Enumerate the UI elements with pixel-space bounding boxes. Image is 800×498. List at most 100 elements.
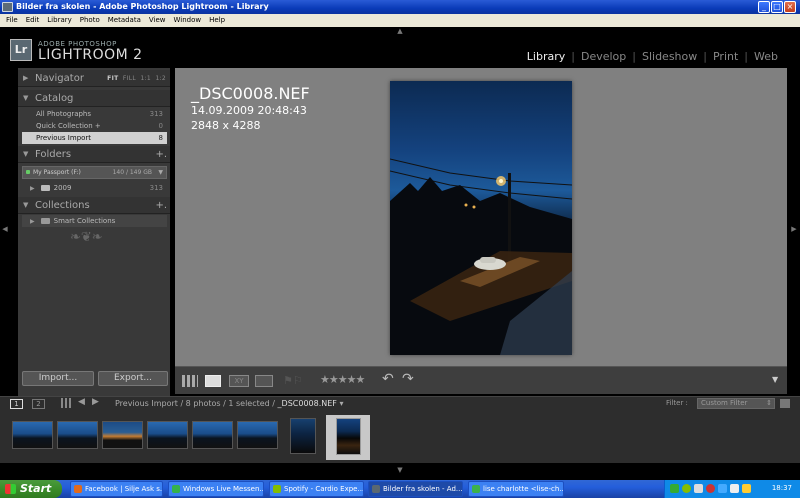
app-icon[interactable] xyxy=(2,2,13,12)
zoom-fit[interactable]: FIT xyxy=(107,75,118,82)
bottom-panel-toggle-icon[interactable]: ▼ xyxy=(395,467,405,474)
menu-window[interactable]: Window xyxy=(170,14,206,27)
tray-volume-icon[interactable] xyxy=(730,484,739,493)
chevron-down-icon[interactable]: ▾ xyxy=(339,399,343,408)
taskbar-item-messenger[interactable]: Windows Live Messen... xyxy=(168,481,264,497)
catalog-item-previous-import[interactable]: Previous Import 8 xyxy=(22,132,167,144)
taskbar-item-facebook[interactable]: Facebook | Silje Ask s... xyxy=(70,481,163,497)
tray-update-icon[interactable] xyxy=(742,484,751,493)
filter-select[interactable]: Custom Filter ⇕ xyxy=(697,398,775,409)
rotate-right-icon[interactable]: ↷ xyxy=(402,371,414,387)
zoom-fill[interactable]: FILL xyxy=(123,75,136,82)
catalog-header[interactable]: ▼ Catalog xyxy=(18,90,170,107)
volume-capacity: 140 / 149 GB xyxy=(112,169,152,176)
close-button[interactable]: × xyxy=(784,1,796,13)
module-develop[interactable]: Develop xyxy=(581,50,626,63)
lightroom-logo: Lr xyxy=(10,39,32,61)
left-panel-toggle-strip xyxy=(0,68,10,398)
menu-edit[interactable]: Edit xyxy=(22,14,44,27)
back-arrow-icon[interactable]: ◀ xyxy=(78,397,85,407)
filmstrip-thumbnail[interactable] xyxy=(147,421,188,449)
tray-messenger-icon[interactable] xyxy=(670,484,679,493)
catalog-item-all-photographs[interactable]: All Photographs 313 xyxy=(22,108,167,120)
tray-security-icon[interactable] xyxy=(706,484,715,493)
catalog-item-quick-collection[interactable]: Quick Collection + 0 xyxy=(22,120,167,132)
grid-view-icon[interactable] xyxy=(182,375,198,387)
star-rating-icons[interactable]: ★★★★★ xyxy=(320,373,365,386)
volume-dropdown-icon[interactable]: ▼ xyxy=(158,167,163,178)
collection-item-smart-collections[interactable]: ▶ Smart Collections xyxy=(22,215,167,227)
windows-logo-icon xyxy=(5,484,16,494)
flag-icons[interactable]: ⚑⚐ xyxy=(283,374,303,387)
filmstrip-thumbnail[interactable] xyxy=(102,421,143,449)
export-button[interactable]: Export... xyxy=(98,371,168,386)
left-panel-toggle-icon[interactable]: ◀ xyxy=(1,226,9,233)
module-library[interactable]: Library xyxy=(527,50,565,63)
lightroom-icon xyxy=(372,485,380,493)
filter-label: Filter : xyxy=(666,399,688,407)
maximize-button[interactable]: □ xyxy=(771,1,783,13)
filmstrip-thumbnail[interactable] xyxy=(12,421,53,449)
loupe-view-icon[interactable] xyxy=(205,375,221,387)
menu-help[interactable]: Help xyxy=(205,14,229,27)
toolbar-menu-icon[interactable]: ▼ xyxy=(772,375,778,384)
survey-view-icon[interactable] xyxy=(255,375,273,387)
folders-header[interactable]: ▼ Folders +. xyxy=(18,146,170,163)
expand-arrow-icon: ▶ xyxy=(30,218,35,225)
forward-arrow-icon[interactable]: ▶ xyxy=(92,397,99,407)
right-panel-toggle-icon[interactable]: ▶ xyxy=(790,226,798,233)
top-panel-toggle-icon[interactable]: ▲ xyxy=(395,28,405,35)
chevron-down-icon: ⇕ xyxy=(766,399,772,407)
import-button[interactable]: Import... xyxy=(22,371,94,386)
compare-view-icon[interactable]: XY xyxy=(229,375,249,387)
filmstrip-thumbnail[interactable] xyxy=(57,421,98,449)
menu-photo[interactable]: Photo xyxy=(76,14,104,27)
filmstrip-thumbnail[interactable] xyxy=(290,418,316,454)
filmstrip-thumbnail-selected[interactable] xyxy=(336,418,361,455)
module-slideshow[interactable]: Slideshow xyxy=(642,50,697,63)
taskbar-item-lightroom[interactable]: Bilder fra skolen - Ad... xyxy=(368,481,463,497)
main-photo[interactable] xyxy=(390,81,572,355)
catalog-item-label: Quick Collection + xyxy=(36,122,101,130)
module-web[interactable]: Web xyxy=(754,50,778,63)
volume-bar[interactable]: My Passport (F:) 140 / 149 GB ▼ xyxy=(22,166,167,179)
catalog-item-count: 8 xyxy=(158,134,163,142)
expand-arrow-icon: ▼ xyxy=(23,150,29,158)
task-label: Facebook | Silje Ask s... xyxy=(85,485,163,493)
folder-item-2009[interactable]: ▶ 2009 313 xyxy=(22,182,167,194)
taskbar-item-chat[interactable]: lise charlotte <lise-ch... xyxy=(468,481,564,497)
module-separator: | xyxy=(703,50,707,63)
module-print[interactable]: Print xyxy=(713,50,738,63)
title-bar: Bilder fra skolen - Adobe Photoshop Ligh… xyxy=(0,0,800,14)
expand-arrow-icon: ▶ xyxy=(30,185,35,192)
navigator-header[interactable]: ▶ Navigator FIT FILL 1:1 1:2 xyxy=(18,70,170,87)
menu-file[interactable]: File xyxy=(2,14,22,27)
catalog-title: Catalog xyxy=(35,93,74,104)
collections-header[interactable]: ▼ Collections +. xyxy=(18,197,170,214)
filter-lock-icon[interactable] xyxy=(780,399,790,408)
module-separator: | xyxy=(744,50,749,63)
filmstrip-thumbnail[interactable] xyxy=(237,421,278,449)
grid-icon[interactable] xyxy=(61,398,71,408)
zoom-ratio[interactable]: 1:2 xyxy=(155,75,166,82)
panel-end-ornament-icon: ❧❦❧ xyxy=(70,230,103,245)
filmstrip-thumbnail[interactable] xyxy=(192,421,233,449)
zoom-1-1[interactable]: 1:1 xyxy=(140,75,151,82)
menu-view[interactable]: View xyxy=(145,14,170,27)
add-folder-icon[interactable]: +. xyxy=(155,146,167,163)
main-window-button[interactable]: 1 xyxy=(10,399,23,409)
taskbar-item-spotify[interactable]: Spotify - Cardio Expe... xyxy=(269,481,364,497)
filmstrip-source-path[interactable]: Previous Import / 8 photos / 1 selected … xyxy=(115,399,343,408)
tray-bluetooth-icon[interactable] xyxy=(718,484,727,493)
minimize-button[interactable]: _ xyxy=(758,1,770,13)
expand-arrow-icon: ▼ xyxy=(23,94,29,102)
second-window-button[interactable]: 2 xyxy=(32,399,45,409)
tray-network-icon[interactable] xyxy=(694,484,703,493)
rotate-left-icon[interactable]: ↶ xyxy=(382,371,394,387)
filter-value: Custom Filter xyxy=(701,399,748,407)
task-label: Bilder fra skolen - Ad... xyxy=(383,485,463,493)
menu-library[interactable]: Library xyxy=(43,14,75,27)
add-collection-icon[interactable]: +. xyxy=(155,197,167,214)
menu-metadata[interactable]: Metadata xyxy=(104,14,145,27)
tray-spotify-icon[interactable] xyxy=(682,484,691,493)
